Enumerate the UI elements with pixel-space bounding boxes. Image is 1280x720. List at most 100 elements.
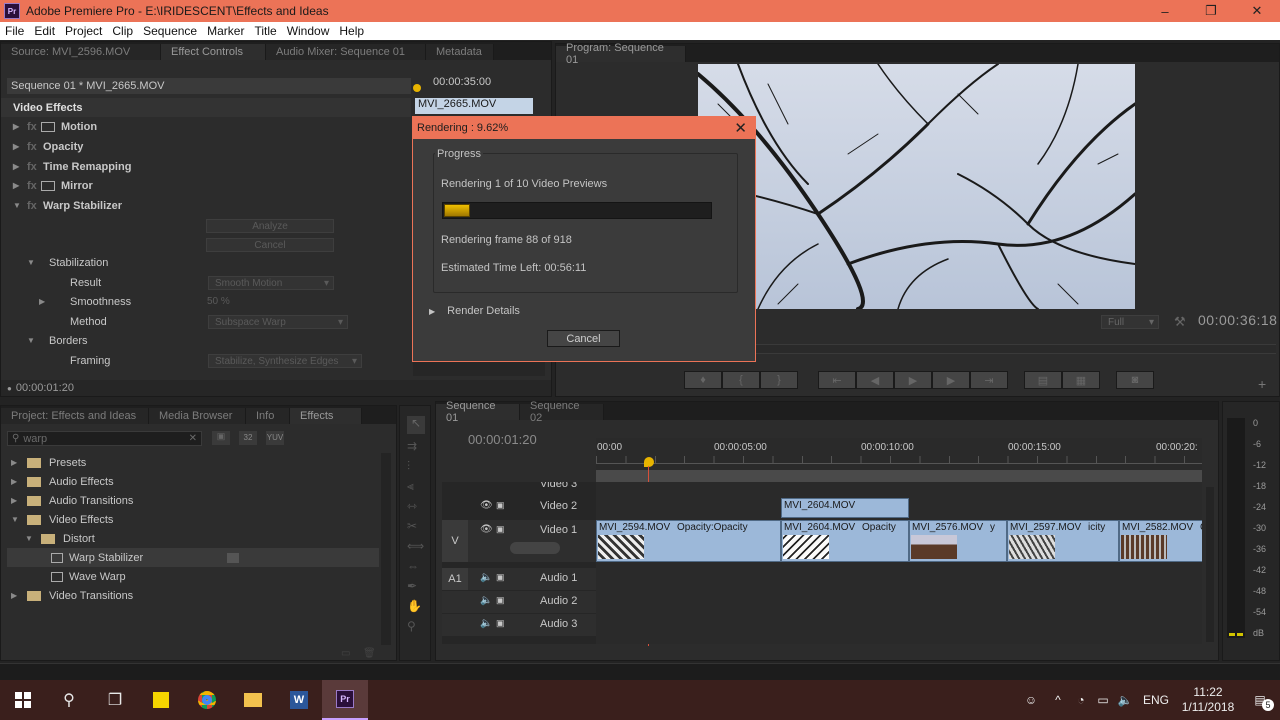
collapse-icon[interactable]: ▼ bbox=[13, 201, 21, 210]
word-icon[interactable]: W bbox=[276, 680, 322, 720]
film-icon[interactable]: ▣ bbox=[496, 572, 505, 583]
tab-metadata[interactable]: Metadata bbox=[426, 44, 494, 60]
clip-fx-label[interactable]: Opacity:Opacity bbox=[677, 522, 748, 533]
people-icon[interactable]: ☺ bbox=[1016, 693, 1046, 707]
method-dropdown[interactable]: Subspace Warp ▾ bbox=[208, 315, 348, 329]
speaker-icon[interactable]: 🔈 bbox=[480, 572, 492, 583]
track-video-2[interactable]: 👁 ▣ Video 2 bbox=[442, 496, 596, 518]
effect-time-remapping[interactable]: ▶ fx Time Remapping bbox=[1, 157, 411, 176]
playhead-icon[interactable] bbox=[644, 457, 654, 467]
mark-out-icon[interactable]: } bbox=[760, 371, 798, 389]
clip-v1[interactable]: MVI_2604.MOV Opacity bbox=[781, 520, 909, 562]
tab-effects[interactable]: Effects bbox=[290, 408, 362, 424]
expand-icon[interactable]: ▶ bbox=[13, 181, 21, 190]
tree-item-audio-effects[interactable]: ▶ Audio Effects bbox=[7, 472, 379, 491]
effect-motion[interactable]: ▶ fx Motion bbox=[1, 117, 411, 136]
cancel-analysis-button[interactable]: Cancel bbox=[206, 238, 334, 252]
task-view-icon[interactable]: ❐ bbox=[92, 680, 138, 720]
borders-group[interactable]: ▼ Borders bbox=[1, 331, 411, 350]
expand-icon[interactable]: ▶ bbox=[11, 477, 19, 486]
smoothness-value[interactable]: 50 % bbox=[207, 296, 230, 307]
clip-v1[interactable]: MVI_2576.MOV y bbox=[909, 520, 1007, 562]
32-bit-effects-icon[interactable]: 32 bbox=[239, 431, 257, 445]
file-explorer-icon[interactable] bbox=[230, 680, 276, 720]
speaker-icon[interactable]: 🔈 bbox=[480, 595, 492, 606]
tab-sequence-02[interactable]: Sequence 02 bbox=[520, 400, 604, 424]
dialog-close-button[interactable]: ✕ bbox=[734, 119, 747, 137]
clip-v1[interactable]: MVI_2597.MOV icity bbox=[1007, 520, 1119, 562]
close-button[interactable]: ✕ bbox=[1234, 0, 1280, 22]
go-to-in-icon[interactable]: ⇤ bbox=[818, 371, 856, 389]
clear-search-icon[interactable]: ✕ bbox=[189, 433, 197, 444]
film-icon[interactable]: ▣ bbox=[496, 618, 505, 629]
sticky-notes-icon[interactable] bbox=[138, 680, 184, 720]
effect-opacity[interactable]: ▶ fx Opacity bbox=[1, 137, 411, 156]
speaker-icon[interactable]: 🔈 bbox=[480, 618, 492, 629]
menu-marker[interactable]: Marker bbox=[202, 24, 249, 38]
track-video-3[interactable]: Video 3 bbox=[442, 482, 596, 492]
menu-title[interactable]: Title bbox=[249, 24, 281, 38]
step-back-icon[interactable]: ◀ bbox=[856, 371, 894, 389]
track-audio-2[interactable]: 🔈 ▣ Audio 2 bbox=[442, 591, 596, 613]
expand-icon[interactable]: ▶ bbox=[13, 162, 21, 171]
fit-dropdown[interactable]: Full ▾ bbox=[1101, 315, 1159, 329]
program-scrubber[interactable] bbox=[756, 344, 1276, 354]
start-button[interactable] bbox=[0, 680, 46, 720]
collapse-icon[interactable]: ▼ bbox=[25, 534, 33, 543]
pen-tool-icon[interactable]: ✒ bbox=[407, 579, 417, 593]
timeline-timecode[interactable]: 00:00:01:20 bbox=[468, 432, 537, 447]
rolling-edit-tool-icon[interactable]: ⫷ bbox=[407, 479, 414, 494]
collapse-icon[interactable]: ▼ bbox=[11, 515, 19, 524]
extract-icon[interactable]: ▦ bbox=[1062, 371, 1100, 389]
analyze-button[interactable]: Analyze bbox=[206, 219, 334, 233]
footer-timecode[interactable]: 00:00:01:20 bbox=[16, 382, 74, 394]
tab-media-browser[interactable]: Media Browser bbox=[149, 408, 246, 424]
export-frame-icon[interactable]: ◙ bbox=[1116, 371, 1154, 389]
battery-icon[interactable]: ▭ bbox=[1092, 693, 1114, 707]
delete-icon[interactable]: 🗑 bbox=[363, 648, 376, 659]
tab-audio-mixer[interactable]: Audio Mixer: Sequence 01 bbox=[266, 44, 426, 60]
track-select-tool-icon[interactable]: ⇉ bbox=[407, 439, 417, 453]
menu-window[interactable]: Window bbox=[282, 24, 335, 38]
tab-program[interactable]: Program: Sequence 01 bbox=[556, 42, 686, 66]
expand-icon[interactable]: ▶ bbox=[39, 297, 47, 306]
film-icon[interactable]: ▣ bbox=[496, 500, 505, 511]
tab-sequence-01[interactable]: Sequence 01 bbox=[436, 400, 520, 424]
clip-v1[interactable]: MVI_2582.MOV C bbox=[1119, 520, 1202, 562]
expand-icon[interactable]: ▶ bbox=[11, 458, 19, 467]
result-dropdown[interactable]: Smooth Motion ▾ bbox=[208, 276, 334, 290]
fx-icon[interactable]: fx bbox=[27, 121, 41, 133]
mini-clip-bar[interactable]: MVI_2665.MOV bbox=[415, 98, 533, 114]
step-forward-icon[interactable]: ▶ bbox=[932, 371, 970, 389]
track-audio-3[interactable]: 🔈 ▣ Audio 3 bbox=[442, 614, 596, 636]
selection-tool-icon[interactable]: ↖ bbox=[407, 416, 425, 434]
film-icon[interactable]: ▣ bbox=[496, 595, 505, 606]
fx-icon[interactable]: fx bbox=[27, 161, 43, 173]
slip-tool-icon[interactable]: ⟺ bbox=[407, 539, 424, 553]
play-icon[interactable]: ▶ bbox=[894, 371, 932, 389]
tree-item-warp-stabilizer[interactable]: Warp Stabilizer bbox=[7, 548, 379, 567]
effect-warp-stabilizer[interactable]: ▼ fx Warp Stabilizer bbox=[1, 196, 411, 215]
expand-icon[interactable]: ▶ bbox=[11, 591, 19, 600]
timeline-ruler[interactable]: 00:00 00:00:05:00 00:00:10:00 00:00:15:0… bbox=[596, 438, 1202, 484]
timeline-scrollbar[interactable] bbox=[1206, 487, 1214, 642]
track-audio-1[interactable]: A1 🔈 ▣ Audio 1 bbox=[442, 568, 596, 590]
menu-clip[interactable]: Clip bbox=[107, 24, 138, 38]
tree-item-presets[interactable]: ▶ Presets bbox=[7, 453, 379, 472]
wifi-icon[interactable]: ◔ bbox=[1070, 693, 1092, 707]
tab-source[interactable]: Source: MVI_2596.MOV bbox=[1, 44, 161, 60]
film-icon[interactable]: ▣ bbox=[496, 524, 505, 535]
search-icon[interactable]: ⚲ bbox=[46, 680, 92, 720]
chrome-icon[interactable] bbox=[184, 680, 230, 720]
keyframe-navigator[interactable] bbox=[510, 542, 560, 554]
playhead-icon[interactable] bbox=[413, 84, 421, 92]
menu-project[interactable]: Project bbox=[60, 24, 107, 38]
menu-file[interactable]: File bbox=[0, 24, 29, 38]
clip-fx-label[interactable]: C bbox=[1200, 522, 1202, 533]
collapse-icon[interactable]: ▼ bbox=[27, 336, 35, 345]
tab-effect-controls[interactable]: Effect Controls bbox=[161, 44, 266, 60]
razor-tool-icon[interactable]: ✂ bbox=[407, 519, 417, 533]
tab-info[interactable]: Info bbox=[246, 408, 290, 424]
maximize-button[interactable]: ❐ bbox=[1188, 0, 1234, 22]
transform-icon[interactable] bbox=[41, 121, 55, 132]
